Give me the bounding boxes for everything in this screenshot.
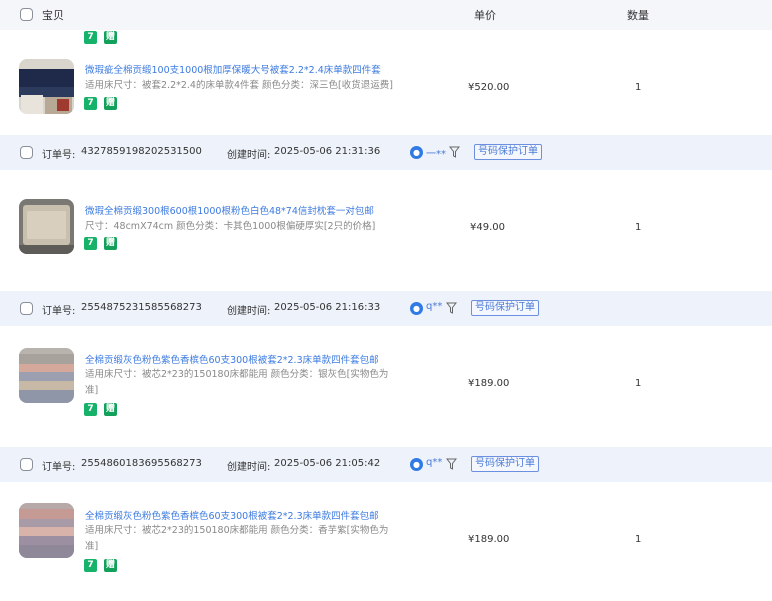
- buyer-name[interactable]: q**: [426, 457, 442, 468]
- unit-price: ¥49.00: [470, 222, 505, 233]
- order-number: 2554875231585568273: [81, 302, 202, 313]
- quantity-column-header: 数量: [627, 9, 649, 22]
- order-number-label: 订单号:: [42, 462, 76, 473]
- order-number-label: 订单号:: [42, 150, 76, 161]
- product-spec: 适用床尺寸：被芯2*23的150180床都能用 颜色分类：银灰色[实物色为准]: [85, 369, 389, 396]
- chat-icon[interactable]: ●: [410, 146, 423, 159]
- seven-day-return-icon: 7: [84, 97, 97, 110]
- created-time: 2025-05-06 21:31:36: [274, 146, 381, 157]
- bedding-gray-image: [19, 348, 74, 403]
- seven-day-return-icon: 7: [84, 31, 97, 44]
- bedding-purple-image: [19, 503, 74, 558]
- gift-icon: 赠: [104, 31, 117, 44]
- product-spec: 尺寸：48cmX74cm 颜色分类：卡其色1000根偏硬厚实[2只的价格]: [85, 221, 376, 232]
- seven-day-return-icon: 7: [84, 559, 97, 572]
- product-thumbnail[interactable]: [19, 503, 74, 558]
- seven-day-return-icon: 7: [84, 403, 97, 416]
- product-thumbnail[interactable]: [19, 348, 74, 403]
- quantity: 1: [635, 222, 642, 233]
- gift-icon: 赠: [104, 237, 117, 250]
- gift-icon: 赠: [104, 559, 117, 572]
- select-all-checkbox[interactable]: [20, 8, 33, 21]
- filter-icon[interactable]: [446, 458, 457, 470]
- created-time-label: 创建时间:: [227, 306, 271, 317]
- table-header: 宝贝 单价 数量: [0, 0, 772, 30]
- chat-icon[interactable]: ●: [410, 458, 423, 471]
- created-time: 2025-05-06 21:05:42: [274, 458, 381, 469]
- pillowcase-khaki-image: [19, 199, 74, 254]
- buyer-name[interactable]: q**: [426, 301, 442, 312]
- created-time: 2025-05-06 21:16:33: [274, 302, 381, 313]
- privacy-protected-badge: 号码保护订单: [471, 456, 539, 472]
- buyer-name[interactable]: 一**: [426, 145, 446, 160]
- quantity: 1: [635, 534, 642, 545]
- order-checkbox[interactable]: [20, 302, 33, 315]
- order-list-page: 宝贝 单价 数量 7 赠 微瑕疵全棉贡缎100支1000根加厚保暖大号被套2.2…: [0, 0, 772, 601]
- filter-icon[interactable]: [446, 302, 457, 314]
- privacy-protected-badge: 号码保护订单: [471, 300, 539, 316]
- product-thumbnail[interactable]: [19, 199, 74, 254]
- quantity: 1: [635, 82, 642, 93]
- created-time-label: 创建时间:: [227, 150, 271, 161]
- unit-price: ¥189.00: [468, 378, 510, 389]
- order-header-bar: 订单号: 4327859198202531500 创建时间: 2025-05-0…: [0, 135, 772, 170]
- product-title-link[interactable]: 全棉贡缎灰色粉色紫色香槟色60支300根被套2*2.3床单款四件套包邮: [85, 508, 379, 522]
- gift-icon: 赠: [104, 403, 117, 416]
- item-column-header: 宝贝: [42, 9, 64, 22]
- product-thumbnail[interactable]: [19, 59, 74, 114]
- unit-price: ¥189.00: [468, 534, 510, 545]
- created-time-label: 创建时间:: [227, 462, 271, 473]
- price-column-header: 单价: [474, 9, 496, 22]
- order-number-label: 订单号:: [42, 306, 76, 317]
- product-title-link[interactable]: 全棉贡缎灰色粉色紫色香槟色60支300根被套2*2.3床单款四件套包邮: [85, 352, 379, 366]
- gift-icon: 赠: [104, 97, 117, 110]
- order-number: 2554860183695568273: [81, 458, 202, 469]
- chat-icon[interactable]: ●: [410, 302, 423, 315]
- order-checkbox[interactable]: [20, 458, 33, 471]
- order-checkbox[interactable]: [20, 146, 33, 159]
- bedding-navy-image: [19, 59, 74, 114]
- seven-day-return-icon: 7: [84, 237, 97, 250]
- order-number: 4327859198202531500: [81, 146, 202, 157]
- product-title-link[interactable]: 微瑕全棉贡缎300根600根1000根粉色白色48*74信封枕套一对包邮: [85, 203, 374, 217]
- quantity: 1: [635, 378, 642, 389]
- product-title-link[interactable]: 微瑕疵全棉贡缎100支1000根加厚保暖大号被套2.2*2.4床单款四件套: [85, 62, 381, 76]
- product-spec: 适用床尺寸：被套2.2*2.4的床单款4件套 颜色分类：深三色[收货退运费]: [85, 80, 393, 91]
- unit-price: ¥520.00: [468, 82, 510, 93]
- product-spec: 适用床尺寸：被芯2*23的150180床都能用 颜色分类：香芋紫[实物色为准]: [85, 525, 389, 552]
- filter-icon[interactable]: [449, 146, 460, 158]
- privacy-protected-badge: 号码保护订单: [474, 144, 542, 160]
- order-header-bar: 订单号: 2554860183695568273 创建时间: 2025-05-0…: [0, 447, 772, 482]
- order-header-bar: 订单号: 2554875231585568273 创建时间: 2025-05-0…: [0, 291, 772, 326]
